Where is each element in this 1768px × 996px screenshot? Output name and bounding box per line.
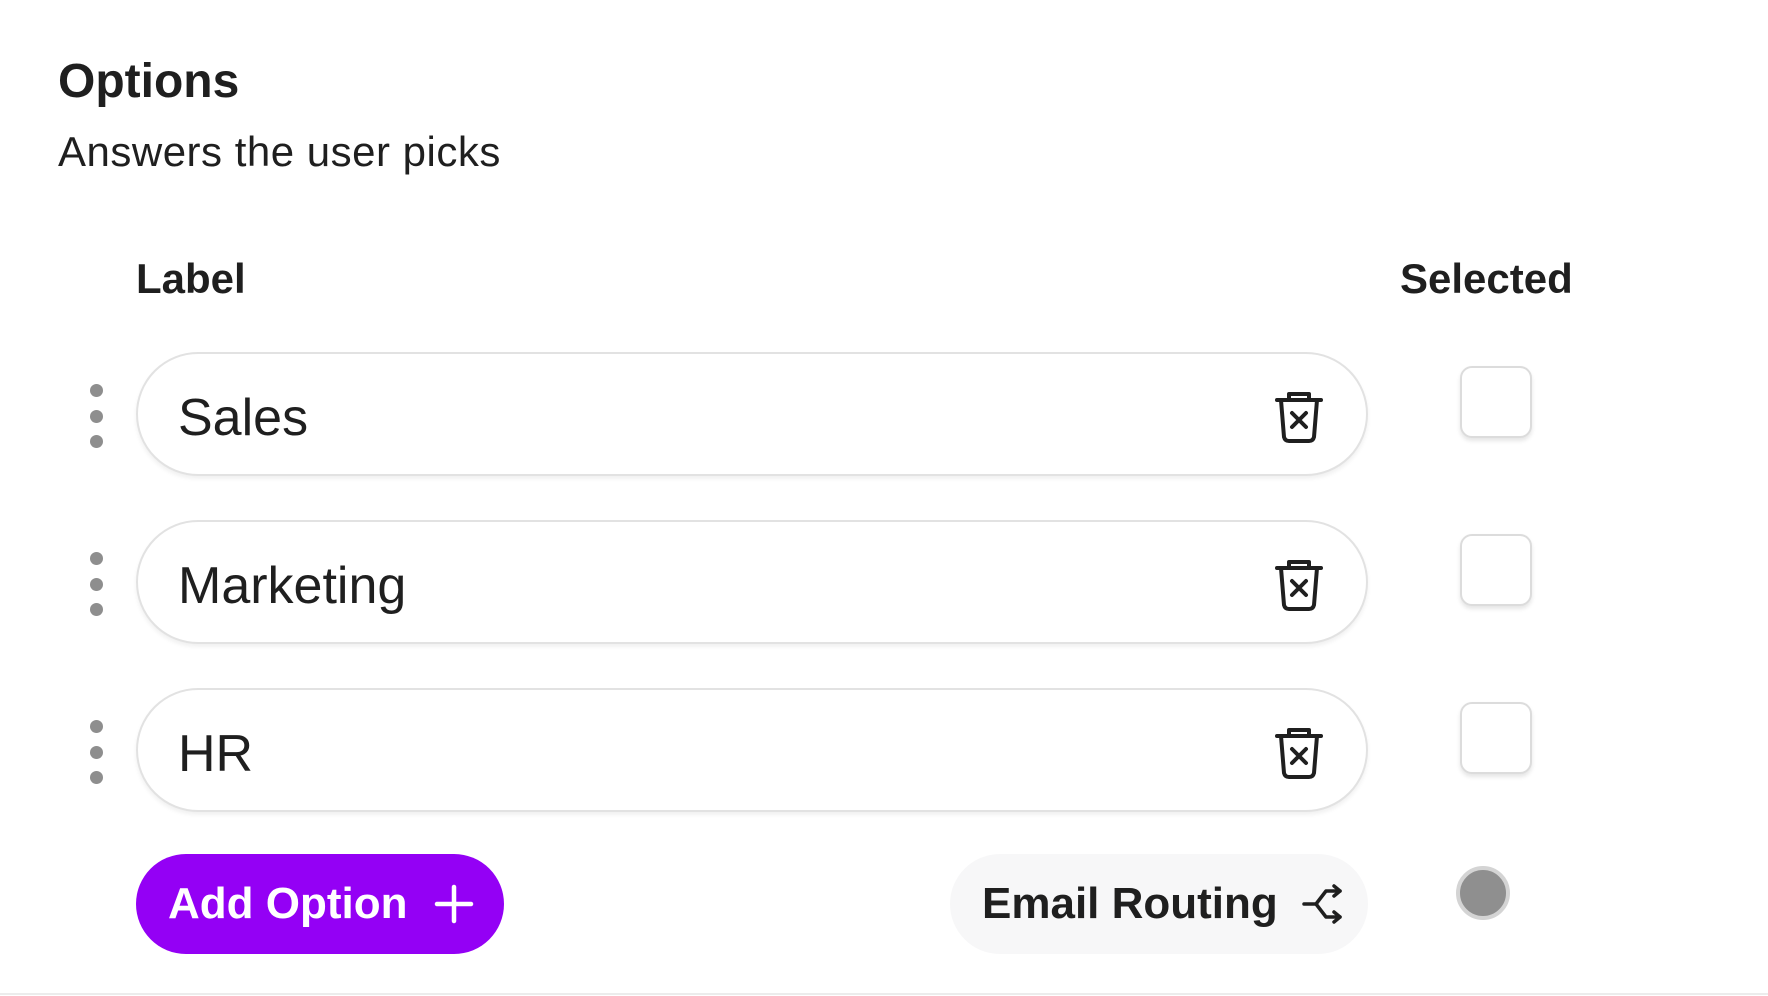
option-label-field[interactable]: Sales	[136, 352, 1368, 476]
email-routing-button[interactable]: Email Routing	[950, 854, 1368, 954]
option-row: HR	[0, 688, 1768, 816]
option-selected-checkbox[interactable]	[1460, 534, 1532, 606]
option-label-field[interactable]: Marketing	[136, 520, 1368, 644]
drag-handle-icon[interactable]	[86, 384, 106, 448]
email-routing-label: Email Routing	[982, 879, 1278, 928]
add-option-label: Add Option	[168, 879, 408, 928]
section-title: Options	[58, 55, 240, 108]
divider	[0, 993, 1768, 995]
trash-x-icon[interactable]	[1274, 558, 1324, 612]
option-label-value: Sales	[178, 389, 309, 447]
section-subtitle: Answers the user picks	[58, 128, 501, 175]
trash-x-icon[interactable]	[1274, 726, 1324, 780]
option-label-value: Marketing	[178, 557, 407, 615]
plus-icon	[434, 884, 473, 924]
option-label-field[interactable]: HR	[136, 688, 1368, 812]
option-label-value: HR	[178, 725, 254, 783]
add-option-button[interactable]: Add Option	[136, 854, 504, 954]
route-split-icon	[1302, 884, 1342, 924]
drag-handle-icon[interactable]	[86, 720, 106, 784]
column-header-selected: Selected	[1400, 255, 1573, 302]
option-row: Marketing	[0, 520, 1768, 648]
option-selected-checkbox[interactable]	[1460, 366, 1532, 438]
drag-handle-icon[interactable]	[86, 552, 106, 616]
trash-x-icon[interactable]	[1274, 390, 1324, 444]
option-row: Sales	[0, 352, 1768, 480]
status-indicator-dot	[1456, 866, 1510, 920]
column-header-label: Label	[136, 255, 246, 302]
option-selected-checkbox[interactable]	[1460, 702, 1532, 774]
